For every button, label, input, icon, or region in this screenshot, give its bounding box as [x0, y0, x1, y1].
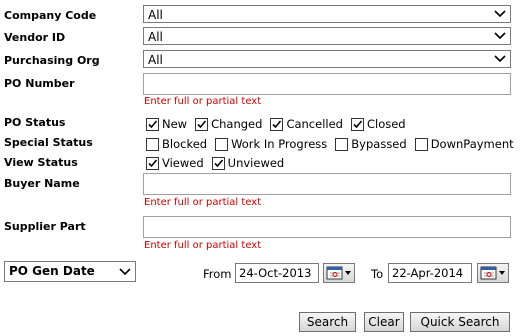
- checkbox-label: Cancelled: [286, 117, 343, 131]
- special-status-group: Blocked Work In Progress Bypassed DownPa…: [146, 136, 522, 152]
- view-status-label: View Status: [4, 156, 78, 169]
- search-button[interactable]: Search: [299, 312, 356, 332]
- calendar-icon: [326, 266, 351, 280]
- supplier-part-hint: Enter full or partial text: [144, 240, 262, 251]
- chevron-down-icon: [494, 32, 506, 40]
- checkbox-label: Changed: [211, 117, 263, 131]
- buyer-name-input[interactable]: [143, 173, 511, 195]
- purchasing-org-value: All: [148, 53, 163, 67]
- vendor-id-label: Vendor ID: [4, 31, 66, 44]
- to-calendar-button[interactable]: [477, 263, 509, 283]
- supplier-part-label: Supplier Part: [4, 220, 86, 233]
- to-date-input[interactable]: 22-Apr-2014: [388, 263, 472, 283]
- chevron-down-icon: [119, 268, 131, 276]
- checkbox[interactable]: [270, 117, 284, 131]
- check-icon: [148, 119, 158, 128]
- checkbox-label: Unviewed: [227, 156, 285, 170]
- quick-search-button[interactable]: Quick Search: [410, 312, 510, 332]
- to-label: To: [371, 267, 384, 281]
- checkbox-label: DownPayment: [430, 137, 514, 151]
- po-status-cancelled[interactable]: Cancelled: [270, 117, 343, 131]
- purchasing-org-label: Purchasing Org: [4, 54, 100, 67]
- check-icon: [214, 158, 223, 167]
- company-code-select[interactable]: All: [143, 5, 511, 23]
- po-status-closed[interactable]: Closed: [350, 117, 406, 131]
- po-status-group: New Changed Cancelled Closed: [146, 116, 414, 132]
- check-icon: [148, 158, 158, 167]
- checkbox-label: Viewed: [162, 156, 204, 170]
- from-date-input[interactable]: 24-Oct-2013: [235, 263, 319, 283]
- checkbox[interactable]: [414, 137, 428, 151]
- chevron-down-icon: [494, 55, 506, 63]
- buyer-name-hint: Enter full or partial text: [144, 197, 262, 208]
- po-status-changed[interactable]: Changed: [195, 117, 262, 131]
- check-icon: [272, 119, 282, 128]
- from-label: From: [203, 267, 232, 281]
- checkbox[interactable]: [146, 137, 159, 151]
- calendar-icon: [480, 266, 505, 280]
- po-number-label: PO Number: [4, 77, 75, 90]
- view-status-unviewed[interactable]: Unviewed: [211, 156, 285, 170]
- checkbox[interactable]: [195, 117, 209, 131]
- special-status-bypassed[interactable]: Bypassed: [335, 137, 407, 151]
- company-code-value: All: [148, 8, 163, 22]
- clear-button[interactable]: Clear: [364, 312, 404, 332]
- po-status-label: PO Status: [4, 116, 66, 129]
- checkbox[interactable]: [335, 137, 349, 151]
- date-type-value: PO Gen Date: [9, 264, 95, 278]
- checkbox-label: New: [162, 117, 188, 131]
- checkbox[interactable]: [211, 156, 225, 170]
- checkbox[interactable]: [146, 156, 159, 170]
- checkbox[interactable]: [215, 137, 229, 151]
- chevron-down-icon: [494, 10, 506, 18]
- view-status-group: Viewed Unviewed: [146, 155, 292, 171]
- buyer-name-label: Buyer Name: [4, 177, 80, 190]
- special-status-work-in-progress[interactable]: Work In Progress: [215, 137, 327, 151]
- check-icon: [353, 119, 363, 128]
- date-type-select[interactable]: PO Gen Date: [4, 261, 136, 282]
- view-status-viewed[interactable]: Viewed: [146, 156, 204, 170]
- po-status-new[interactable]: New: [146, 117, 187, 131]
- from-calendar-button[interactable]: [323, 263, 355, 283]
- checkbox-label: Bypassed: [351, 137, 407, 151]
- special-status-blocked[interactable]: Blocked: [146, 137, 207, 151]
- vendor-id-value: All: [148, 30, 163, 44]
- company-code-label: Company Code: [4, 9, 97, 22]
- special-status-label: Special Status: [4, 136, 93, 149]
- checkbox[interactable]: [146, 117, 159, 131]
- checkbox-label: Closed: [366, 117, 406, 131]
- check-icon: [197, 119, 207, 128]
- checkbox-label: Blocked: [162, 137, 208, 151]
- supplier-part-input[interactable]: [143, 216, 511, 238]
- po-number-input[interactable]: [143, 73, 511, 95]
- vendor-id-select[interactable]: All: [143, 27, 511, 45]
- checkbox[interactable]: [350, 117, 364, 131]
- checkbox-label: Work In Progress: [231, 137, 328, 151]
- special-status-downpayment[interactable]: DownPayment: [414, 137, 514, 151]
- purchasing-org-select[interactable]: All: [143, 50, 511, 68]
- po-number-hint: Enter full or partial text: [144, 96, 262, 107]
